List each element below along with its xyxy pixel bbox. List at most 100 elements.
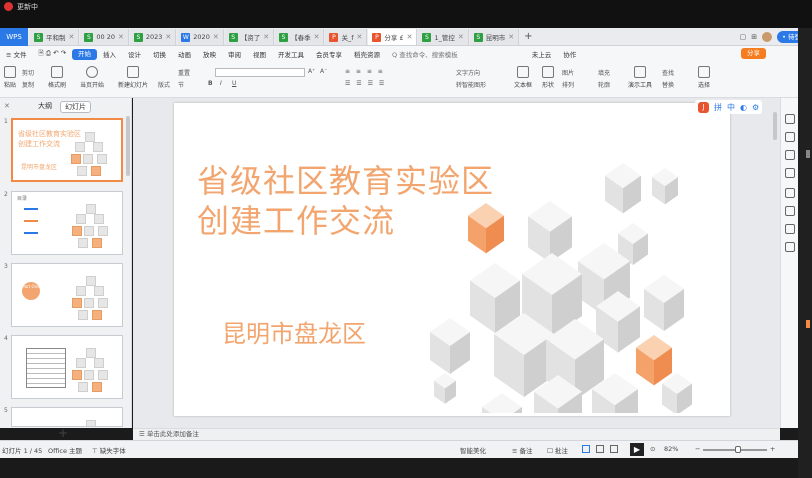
reset-button[interactable]: 重置 xyxy=(178,68,190,77)
new-slide-button[interactable]: 新建幻灯片 xyxy=(118,66,148,89)
close-tab-icon[interactable]: ✕ xyxy=(407,33,413,41)
layout-button[interactable]: 版式 xyxy=(158,80,170,89)
convert-smartart-button[interactable]: 转智能图形 xyxy=(456,80,486,89)
slideshow-play-button[interactable]: ▶ xyxy=(630,443,644,456)
from-start-button[interactable]: 当页开始 xyxy=(80,66,104,89)
copy-button[interactable]: 复制 xyxy=(22,80,34,89)
file-menu[interactable]: ≡ 文件 xyxy=(0,49,33,59)
menu-item[interactable]: 审阅 xyxy=(222,49,247,60)
line-spacing-tools[interactable]: ☰ ☰ ☰ ☰ xyxy=(345,80,386,87)
close-tab-icon[interactable]: ✕ xyxy=(458,33,464,41)
adjust-icon[interactable] xyxy=(785,132,795,142)
bold-button[interactable]: B xyxy=(208,80,213,87)
fit-icon[interactable]: ⊙ xyxy=(650,445,655,453)
close-tab-icon[interactable]: ✕ xyxy=(69,33,75,41)
slide-thumbnail[interactable]: 目录 xyxy=(11,191,123,255)
cloud-status[interactable]: 未上云 xyxy=(526,49,558,59)
notes-area[interactable]: ☰ 单击此处添加备注 xyxy=(133,428,780,440)
help-icon[interactable] xyxy=(785,242,795,252)
paste-button[interactable]: 粘贴 xyxy=(4,66,16,89)
outline-button[interactable]: 轮廓 xyxy=(598,80,610,89)
fill-button[interactable]: 填充 xyxy=(598,68,610,77)
input-logo-icon[interactable]: J xyxy=(698,101,709,113)
text-direction-button[interactable]: 文字方向 xyxy=(456,68,480,77)
paragraph-align-tools[interactable]: ≡ ≡ ≡ ≡ xyxy=(345,68,385,75)
menu-item[interactable]: 切换 xyxy=(147,49,172,60)
document-tab[interactable]: P 关_f ✕ xyxy=(325,29,368,45)
textbox-button[interactable]: 文本框 xyxy=(514,66,532,89)
document-tab[interactable]: S 平和制 ✕ xyxy=(30,29,80,45)
slide-thumbnail[interactable]: 省级社区教育实验区 创建工作交流 昆明市盘龙区 xyxy=(11,118,123,182)
font-family-select[interactable] xyxy=(215,68,305,77)
comment-icon[interactable] xyxy=(785,224,795,234)
comments-toggle[interactable]: ☐ 批注 xyxy=(547,445,568,455)
collab-button[interactable]: 协作 xyxy=(557,49,582,59)
document-tab[interactable]: S 【春季 ✕ xyxy=(275,29,325,45)
document-tab[interactable]: W 2020 ✕ xyxy=(177,29,224,45)
missing-font-button[interactable]: ⊤ 缺失字体 xyxy=(92,445,126,455)
find-button[interactable]: 查找 xyxy=(662,68,674,77)
slide-thumbnail[interactable] xyxy=(11,407,123,427)
zoom-slider-handle[interactable] xyxy=(735,446,741,453)
add-slide-button[interactable]: + xyxy=(58,426,68,440)
smart-beautify-button[interactable]: 智能美化 xyxy=(460,445,486,455)
close-tab-icon[interactable]: ✕ xyxy=(118,33,124,41)
moon-icon[interactable]: ◐ xyxy=(740,103,747,112)
document-tab[interactable]: S 00 20 ✕ xyxy=(80,29,129,45)
sorter-view-icon[interactable] xyxy=(596,445,604,453)
editor-scrollbar[interactable] xyxy=(773,112,777,140)
tab-slides[interactable]: 幻灯片 xyxy=(60,101,91,113)
replace-button[interactable]: 替换 xyxy=(662,80,674,89)
slide-thumbnail[interactable]: Part One xyxy=(11,263,123,327)
tab-outline[interactable]: 大纲 xyxy=(38,101,52,113)
normal-view-icon[interactable] xyxy=(582,445,590,453)
zoom-in-button[interactable]: + xyxy=(770,445,775,453)
share-button[interactable]: 分享 xyxy=(741,48,766,59)
arrange-button[interactable]: 排列 xyxy=(562,80,574,89)
zoom-level[interactable]: 82% xyxy=(664,445,678,453)
close-tab-icon[interactable]: ✕ xyxy=(165,33,171,41)
zoom-out-button[interactable]: − xyxy=(695,445,700,453)
menu-item[interactable]: 开始 xyxy=(72,48,98,60)
menu-item[interactable]: 设计 xyxy=(122,49,147,60)
menu-item[interactable]: 放映 xyxy=(197,49,222,60)
property-icon[interactable] xyxy=(785,114,795,124)
underline-button[interactable]: U xyxy=(232,80,236,87)
italic-button[interactable]: I xyxy=(220,80,222,87)
format-painter-button[interactable]: 格式刷 xyxy=(48,66,66,89)
font-size-down-button[interactable]: A⁻ xyxy=(320,68,327,75)
toolbar-save-icon[interactable]: 🗎 ⎙ ↶ ↷ xyxy=(33,49,73,60)
panel-scrollbar[interactable] xyxy=(126,116,130,176)
menu-item[interactable]: 稻壳资源 xyxy=(348,49,386,60)
document-tab[interactable]: S 2023 ✕ xyxy=(129,29,177,45)
command-search[interactable]: Q 查找命令、搜索模板 xyxy=(386,49,464,59)
close-tab-icon[interactable]: ✕ xyxy=(357,33,363,41)
pin-icon[interactable] xyxy=(785,150,795,160)
slide-thumbnail[interactable] xyxy=(11,335,123,399)
menu-item[interactable]: 动画 xyxy=(172,49,197,60)
current-slide[interactable]: 省级社区教育实验区 创建工作交流 昆明市盘龙区 xyxy=(174,103,730,416)
cut-button[interactable]: 剪切 xyxy=(22,68,34,77)
document-tab[interactable]: S 昆明市 ✕ xyxy=(469,29,520,45)
present-tool-button[interactable]: 演示工具 xyxy=(628,66,652,89)
shield-icon[interactable] xyxy=(785,206,795,216)
document-tab[interactable]: S 1_管控 ✕ xyxy=(418,29,469,45)
font-size-up-button[interactable]: A⁺ xyxy=(308,68,315,75)
document-tab[interactable]: P 分享 £ ✕ xyxy=(368,29,418,45)
grid-icon[interactable]: ⊞ xyxy=(751,33,757,41)
reading-view-icon[interactable] xyxy=(610,445,618,453)
panel-close-icon[interactable]: ✕ xyxy=(4,102,10,110)
chinese-mode-button[interactable]: 中 xyxy=(727,102,735,113)
notes-toggle[interactable]: ≡ 备注 xyxy=(512,445,533,455)
menu-item[interactable]: 开发工具 xyxy=(272,49,310,60)
close-tab-icon[interactable]: ✕ xyxy=(508,33,514,41)
picture-button[interactable]: 图片 xyxy=(562,68,574,77)
shape-button[interactable]: 形状 xyxy=(542,66,554,89)
close-tab-icon[interactable]: ✕ xyxy=(314,33,320,41)
wps-home-tab[interactable]: WPS xyxy=(0,28,28,46)
document-tab[interactable]: S 【资了 ✕ xyxy=(224,29,275,45)
pinyin-button[interactable]: 拼 xyxy=(714,102,722,113)
settings-icon[interactable]: ⚙ xyxy=(752,103,759,112)
user-avatar[interactable] xyxy=(762,32,773,42)
slide-subtitle[interactable]: 昆明市盘龙区 xyxy=(222,314,366,349)
